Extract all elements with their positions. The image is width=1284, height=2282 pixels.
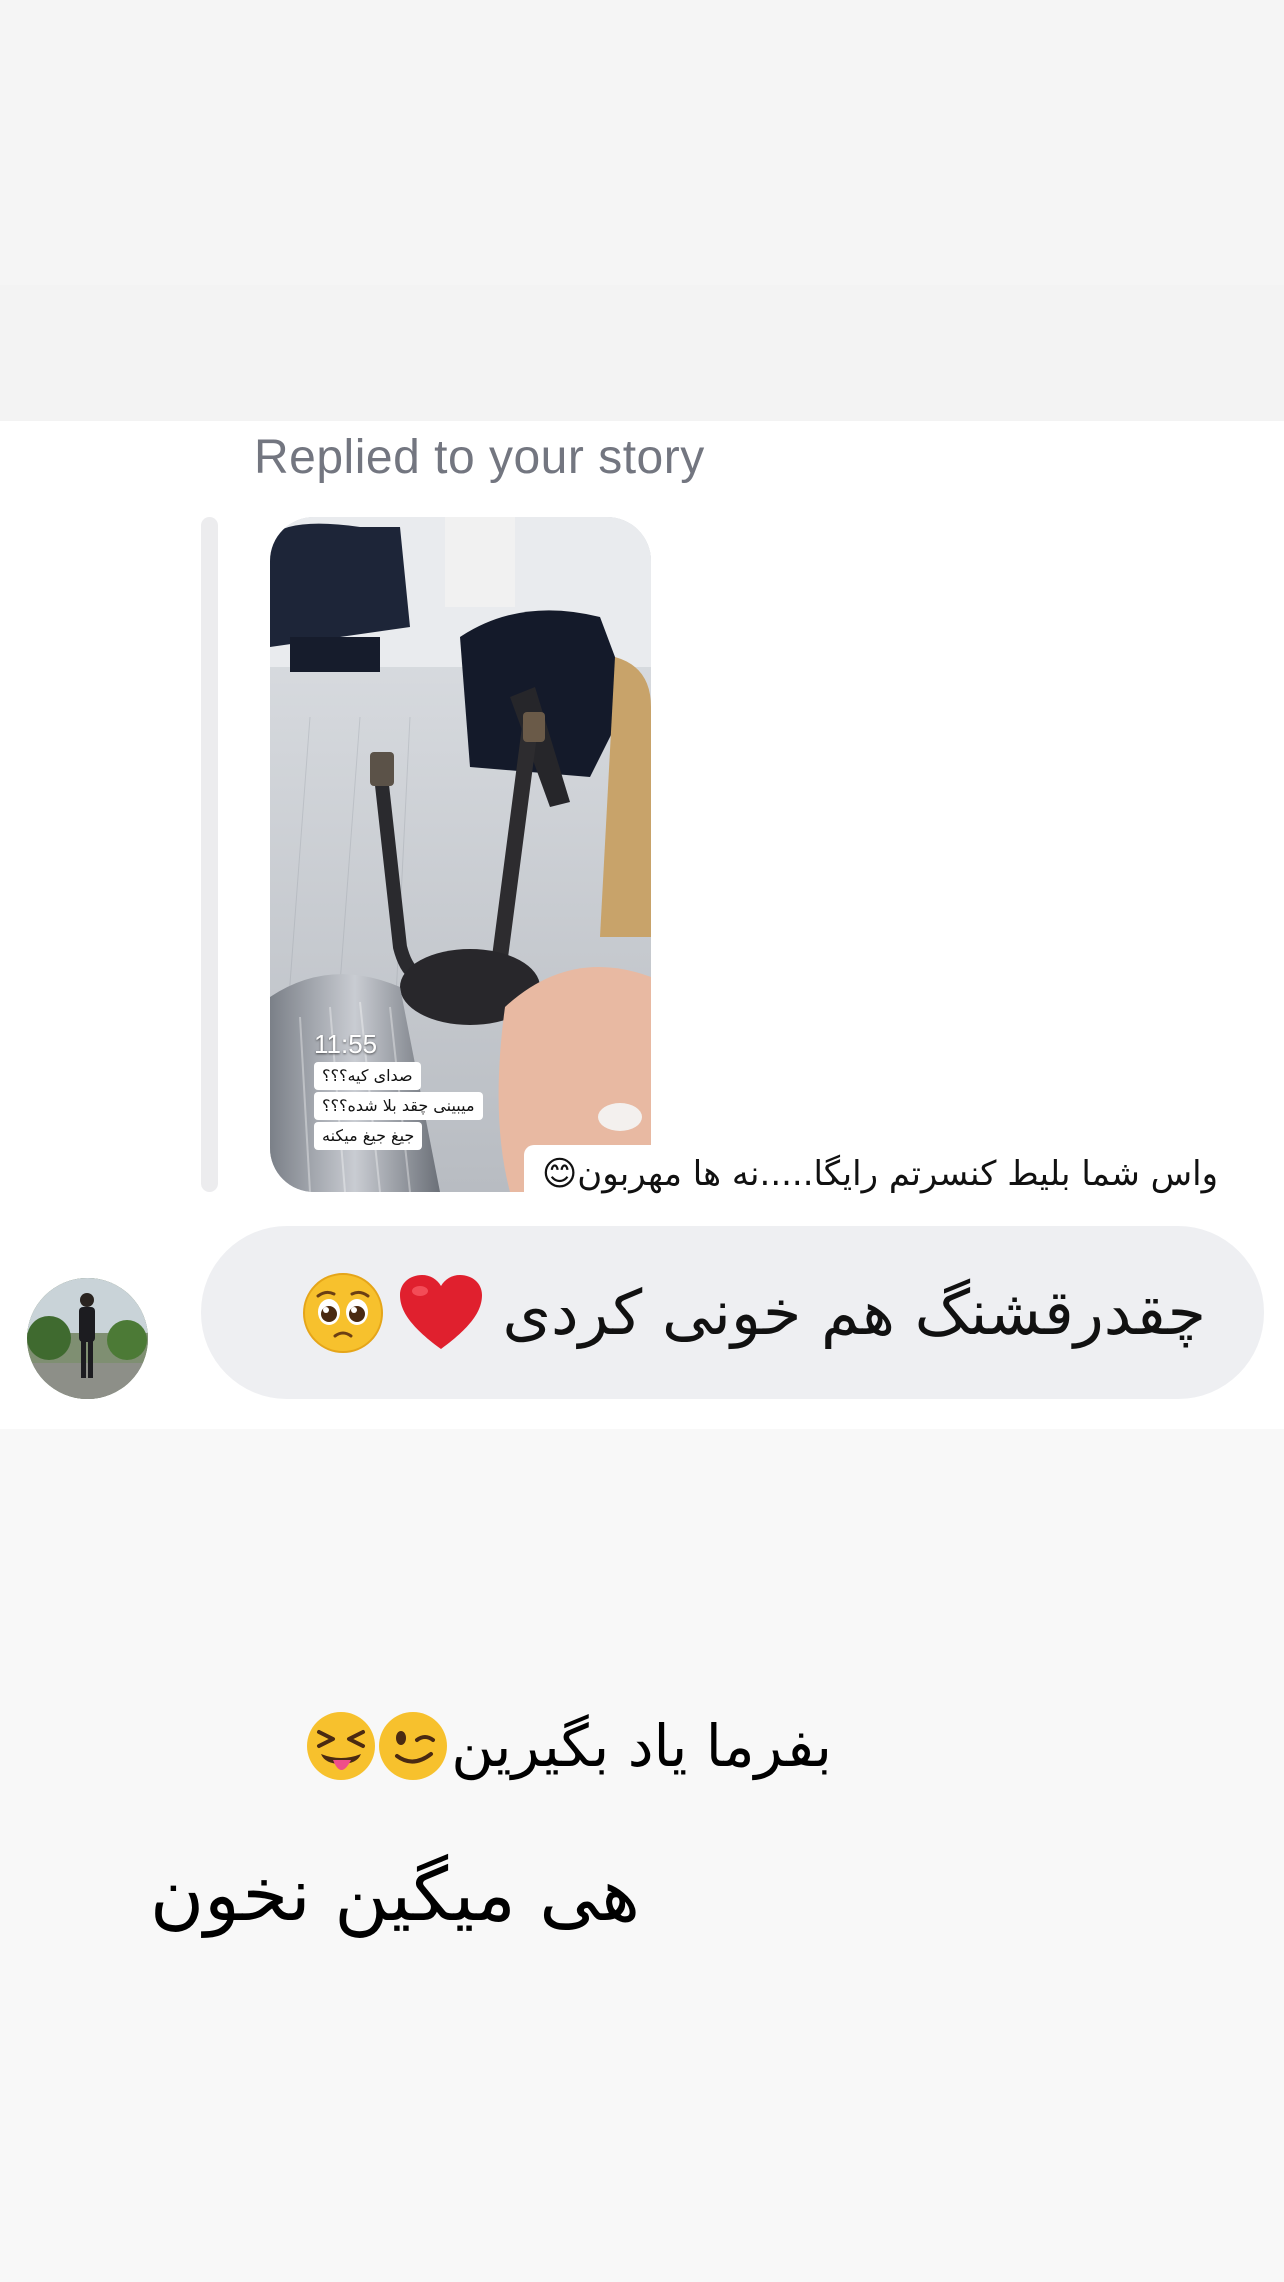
top-background	[0, 0, 1284, 285]
overlay-line-1-text: بفرما یاد بگیرین	[451, 1712, 832, 1780]
tongue-out-face-icon	[307, 1712, 376, 1780]
message-bubble[interactable]: چقدرقشنگ هم خونی کردی	[201, 1226, 1264, 1399]
story-tag: صدای کیه؟؟؟	[314, 1062, 421, 1090]
overlay-line-1-emojis	[305, 1710, 449, 1782]
overlay-line-2: هی میگین نخون	[149, 1852, 640, 1938]
avatar[interactable]	[27, 1278, 148, 1399]
story-time: 11:55	[314, 1029, 378, 1059]
story-tag: میبینی چقد بلا شده؟؟؟	[314, 1092, 483, 1120]
pleading-face-icon	[302, 1272, 384, 1354]
replied-to-story-label: Replied to your story	[254, 431, 705, 484]
message-text: چقدرقشنگ هم خونی کردی	[502, 1276, 1206, 1349]
story-tag: جیغ جیغ میکنه	[314, 1122, 423, 1150]
overlay-line-1: بفرما یاد بگیرین	[307, 1706, 832, 1786]
reply-indicator-bar	[201, 517, 218, 1192]
screen: Replied to your story 11:55 صدای کیه؟؟؟ …	[0, 0, 1284, 2282]
avatar-image	[27, 1278, 148, 1399]
message-emojis	[302, 1272, 484, 1354]
winking-face-icon	[379, 1712, 448, 1780]
story-photo	[270, 517, 651, 1192]
top-background-lower	[0, 285, 1284, 421]
story-caption: واس شما بلیط کنسرتم رایگا.....نه ها مهرب…	[523, 1145, 1232, 1203]
heart-icon	[398, 1273, 484, 1353]
story-thumbnail[interactable]: 11:55 صدای کیه؟؟؟ میبینی چقد بلا شده؟؟؟ …	[270, 517, 651, 1192]
